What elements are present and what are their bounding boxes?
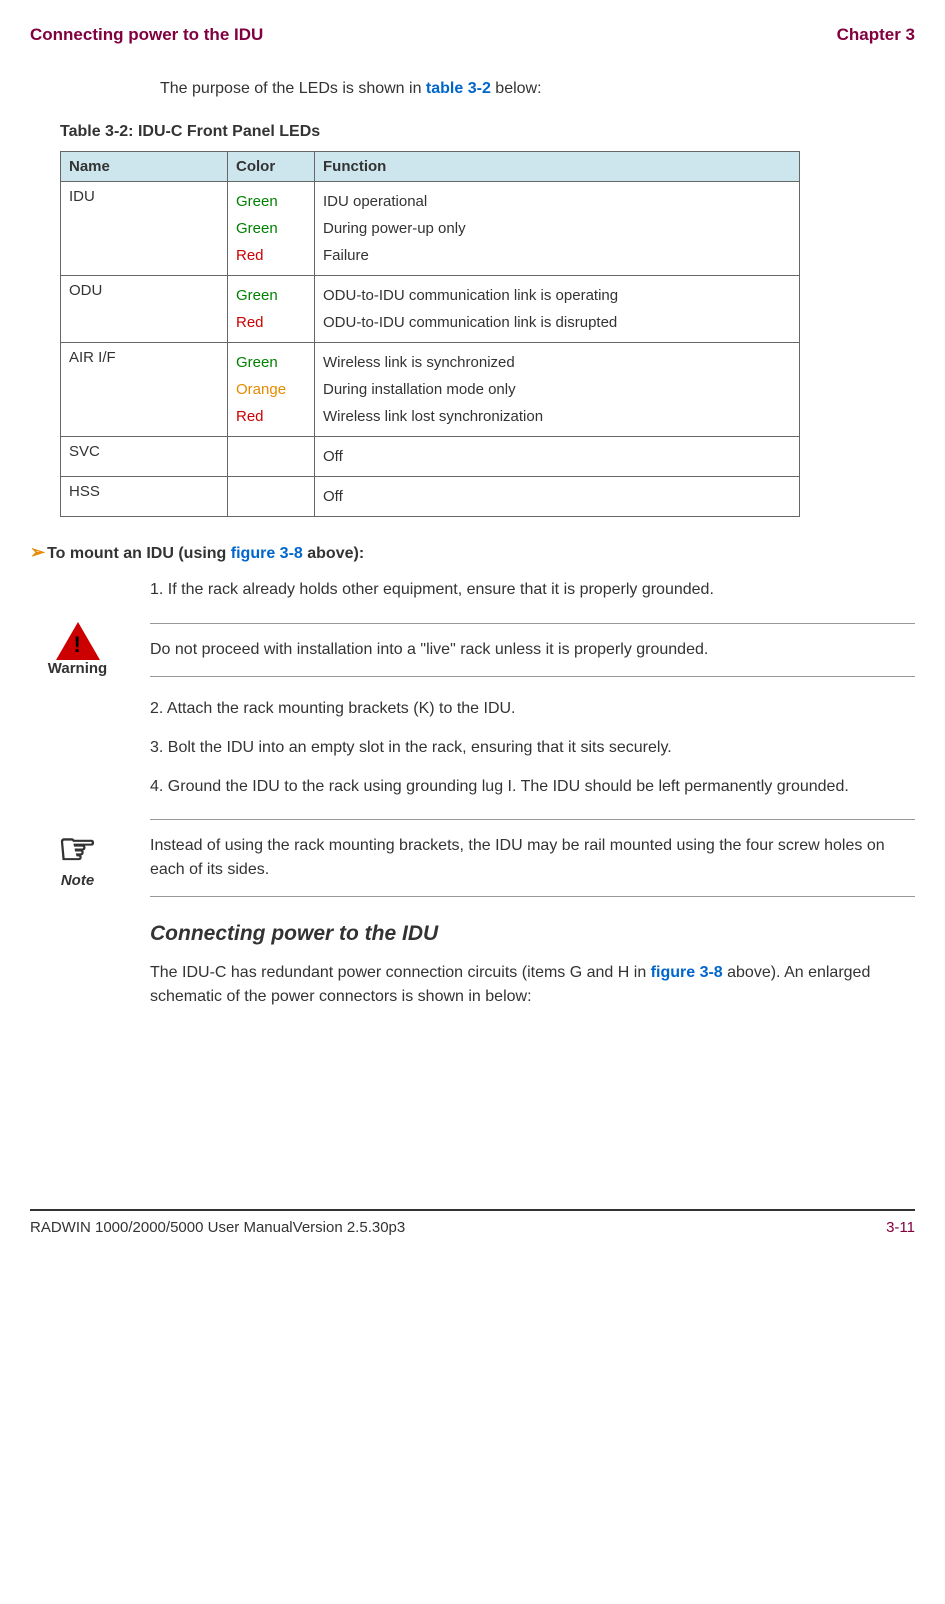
cell-color: GreenRed xyxy=(228,276,315,343)
mount-link[interactable]: figure 3-8 xyxy=(231,545,303,562)
cell-function: Off xyxy=(315,477,800,517)
note-icon-block: ☞ Note xyxy=(30,828,125,889)
section-heading: Connecting power to the IDU xyxy=(150,922,915,946)
section-body-1: The IDU-C has redundant power connection… xyxy=(150,964,651,981)
mount-prefix: To mount an IDU (using xyxy=(47,545,231,562)
cell-name: IDU xyxy=(61,182,228,276)
cell-function: IDU operationalDuring power-up onlyFailu… xyxy=(315,182,800,276)
intro-suffix: below: xyxy=(491,80,542,97)
pointing-hand-icon: ☞ xyxy=(30,828,125,872)
page-footer: RADWIN 1000/2000/5000 User ManualVersion… xyxy=(30,1209,915,1236)
intro-link[interactable]: table 3-2 xyxy=(426,80,491,97)
table-row: HSS Off xyxy=(61,477,800,517)
cell-color xyxy=(228,477,315,517)
table-row: IDUGreenGreenRedIDU operationalDuring po… xyxy=(61,182,800,276)
cell-function: Wireless link is synchronizedDuring inst… xyxy=(315,343,800,437)
note-text: Instead of using the rack mounting brack… xyxy=(150,819,915,897)
cell-color: GreenGreenRed xyxy=(228,182,315,276)
step-1: 1. If the rack already holds other equip… xyxy=(150,578,915,602)
step-3: 3. Bolt the IDU into an empty slot in th… xyxy=(150,736,915,760)
cell-function: Off xyxy=(315,437,800,477)
table-row: SVC Off xyxy=(61,437,800,477)
cell-color: GreenOrangeRed xyxy=(228,343,315,437)
step-2: 2. Attach the rack mounting brackets (K)… xyxy=(150,697,915,721)
step-4: 4. Ground the IDU to the rack using grou… xyxy=(150,775,915,799)
cell-name: AIR I/F xyxy=(61,343,228,437)
th-name: Name xyxy=(61,152,228,182)
warning-triangle-icon xyxy=(56,622,100,660)
chevron-icon: ➢ xyxy=(30,542,45,562)
footer-page-number: 3-11 xyxy=(886,1219,915,1236)
mount-heading: ➢To mount an IDU (using figure 3-8 above… xyxy=(30,542,915,563)
mount-suffix: above): xyxy=(303,545,364,562)
note-label: Note xyxy=(30,872,125,889)
cell-name: HSS xyxy=(61,477,228,517)
intro-paragraph: The purpose of the LEDs is shown in tabl… xyxy=(160,80,915,98)
page-header: Connecting power to the IDU Chapter 3 xyxy=(30,25,915,45)
header-chapter: Chapter 3 xyxy=(837,25,915,45)
warning-icon-block: Warning xyxy=(30,622,125,677)
th-function: Function xyxy=(315,152,800,182)
table-row: ODUGreenRedODU-to-IDU communication link… xyxy=(61,276,800,343)
warning-callout: Warning Do not proceed with installation… xyxy=(30,622,915,677)
cell-function: ODU-to-IDU communication link is operati… xyxy=(315,276,800,343)
intro-prefix: The purpose of the LEDs is shown in xyxy=(160,80,426,97)
table-header-row: Name Color Function xyxy=(61,152,800,182)
warning-text: Do not proceed with installation into a … xyxy=(150,623,915,677)
table-caption: Table 3-2: IDU-C Front Panel LEDs xyxy=(60,123,915,141)
th-color: Color xyxy=(228,152,315,182)
led-table: Name Color Function IDUGreenGreenRedIDU … xyxy=(60,151,800,517)
section-link[interactable]: figure 3-8 xyxy=(651,964,723,981)
cell-color xyxy=(228,437,315,477)
footer-left: RADWIN 1000/2000/5000 User ManualVersion… xyxy=(30,1219,405,1236)
cell-name: SVC xyxy=(61,437,228,477)
cell-name: ODU xyxy=(61,276,228,343)
header-section-title: Connecting power to the IDU xyxy=(30,25,263,45)
warning-label: Warning xyxy=(30,660,125,677)
table-row: AIR I/FGreenOrangeRedWireless link is sy… xyxy=(61,343,800,437)
note-callout: ☞ Note Instead of using the rack mountin… xyxy=(30,819,915,897)
section-body: The IDU-C has redundant power connection… xyxy=(150,961,915,1009)
